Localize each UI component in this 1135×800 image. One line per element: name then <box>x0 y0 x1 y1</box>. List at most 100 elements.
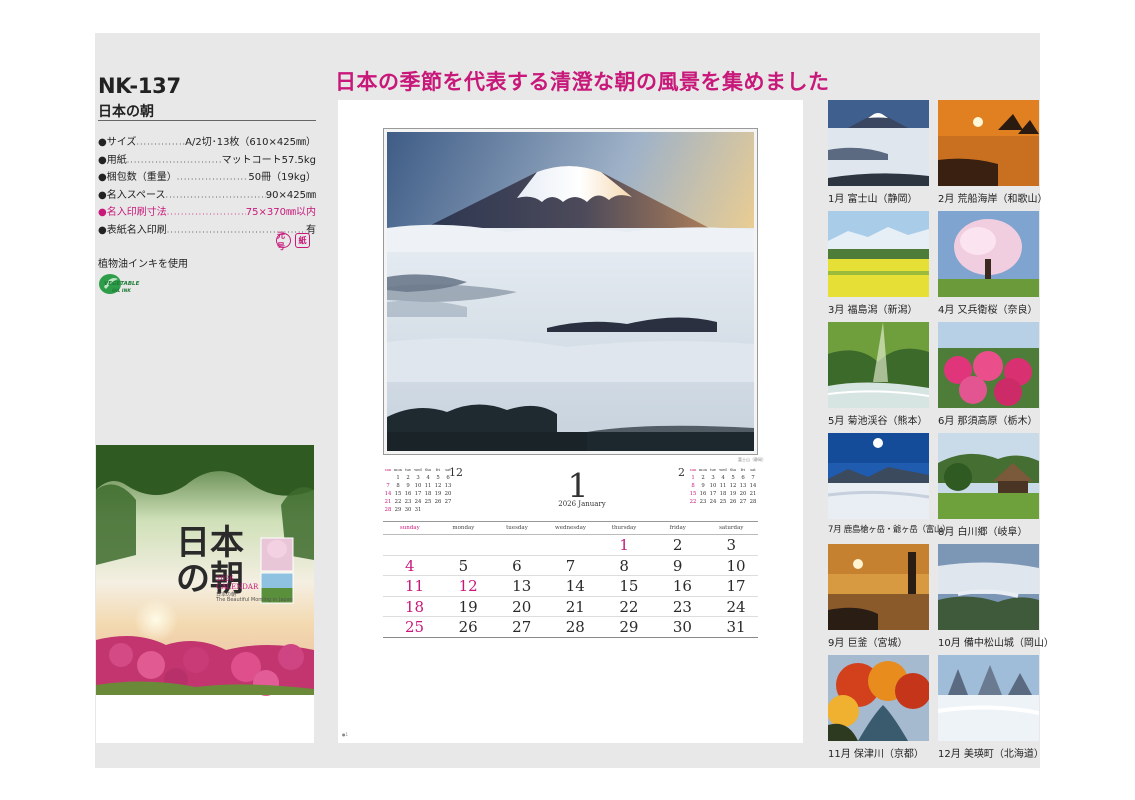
month-thumbnail: 9月 巨釜（宮城） <box>828 544 929 649</box>
mini-weekday: sun <box>384 468 392 472</box>
mt-fuji-photo <box>387 132 754 451</box>
mini-day: 16 <box>404 491 412 497</box>
mini-day: 19 <box>434 491 442 497</box>
mini-day: 30 <box>404 507 412 513</box>
month-thumbnail: 1月 富士山（静岡） <box>828 100 929 205</box>
calendar-footnote: ●1 <box>342 732 349 737</box>
day-cell: 29 <box>619 618 639 636</box>
product-code: NK-137 <box>98 74 181 98</box>
day-cell <box>383 535 437 555</box>
mini-day: 26 <box>434 499 442 505</box>
mini-day: 15 <box>689 491 697 497</box>
mini-day: 15 <box>394 491 402 497</box>
day-cell: 1 <box>619 536 629 554</box>
mini-day: 4 <box>426 475 430 481</box>
svg-text:VEGETABLE: VEGETABLE <box>104 281 140 287</box>
weekday-label: monday <box>452 525 475 531</box>
spec-leader: ········································… <box>126 157 222 167</box>
mini-day: 17 <box>414 491 422 497</box>
mini-day: 11 <box>719 483 727 489</box>
spec-value: マットコート57.5kg <box>221 154 316 166</box>
title-divider <box>98 120 316 121</box>
mini-day: 10 <box>414 483 422 489</box>
mini-day: 6 <box>741 475 745 481</box>
spec-label: ●用紙 <box>98 154 127 166</box>
photo-credit: 富士山（静岡） <box>738 457 766 462</box>
day-cell <box>437 535 491 555</box>
prev-month-number: 12 <box>449 466 463 479</box>
week-rows: 1 2 3 4 5 6 7 8 9 10 11 12 13 14 15 16 17 18 19 20 21 22 23 24 2… <box>383 535 758 638</box>
day-cell: 24 <box>726 597 746 616</box>
weekday-label: sunday <box>399 525 420 531</box>
mini-day: 12 <box>729 483 737 489</box>
mini-day: 2 <box>701 475 705 481</box>
thumbnail-photo <box>828 433 929 519</box>
day-cell: 26 <box>458 618 478 636</box>
mini-weekday: wed <box>414 468 422 472</box>
mini-day: 14 <box>749 483 757 489</box>
spec-value: 90×425㎜ <box>265 189 316 201</box>
day-cell: 22 <box>619 597 639 616</box>
mini-weekday: fri <box>435 468 441 472</box>
mini-day: 7 <box>751 475 755 481</box>
mini-day: 11 <box>424 483 432 489</box>
mini-day: 13 <box>444 483 452 489</box>
mini-day: 12 <box>434 483 442 489</box>
month-subtitle: 2026 January <box>558 500 606 508</box>
mini-day: 27 <box>444 499 452 505</box>
day-cell: 10 <box>726 556 746 575</box>
prev-month-mini-calendar: sun mon tue wed thu fri sat 1 2 3 4 5 6 7 8 9 10 11 12 13 14… <box>383 466 463 514</box>
weekday-label: tuesday <box>506 525 528 531</box>
mini-weekday: thu <box>729 468 737 472</box>
day-cell: 11 <box>405 577 425 595</box>
mini-day: 18 <box>424 491 432 497</box>
mini-weekday: mon <box>699 468 707 472</box>
mini-day: 8 <box>691 483 695 489</box>
spec-leader: ········································… <box>136 140 185 149</box>
headline: 日本の季節を代表する清澄な朝の風景を集めました <box>335 70 830 94</box>
thumbnail-photo <box>938 100 1039 186</box>
spec-row: ●サイズ····································… <box>98 135 316 153</box>
mini-day: 8 <box>396 483 400 489</box>
next-month-mini-calendar: 2 sun mon tue wed thu fri sat 1 2 3 4 5 6 7 8 9 10 11 12 13… <box>678 466 758 506</box>
thumbnail-caption: 6月 那須高原（栃木） <box>938 416 1038 427</box>
mini-day: 14 <box>384 491 392 497</box>
day-cell <box>490 535 544 555</box>
mini-day: 19 <box>729 491 737 497</box>
thumbnail-photo <box>828 100 929 186</box>
mini-day: 21 <box>384 499 392 505</box>
mini-day: 27 <box>739 499 747 505</box>
spec-label: ●名入スペース <box>98 189 166 201</box>
mini-day: 23 <box>699 499 707 505</box>
day-cell: 17 <box>726 577 746 595</box>
week-row: 11 12 13 14 15 16 17 <box>383 576 758 597</box>
thumbnail-caption: 8月 白川郷（岐阜） <box>938 527 1028 538</box>
spec-value: 75×370㎜以内 <box>245 207 316 219</box>
month-thumbnail: 8月 白川郷（岐阜） <box>938 433 1039 538</box>
thumbnail-photo <box>938 433 1039 519</box>
mini-day: 1 <box>396 475 400 481</box>
mini-weekday: fri <box>740 468 746 472</box>
mini-weekday: wed <box>719 468 727 472</box>
mini-day: 20 <box>739 491 747 497</box>
mini-day: 1 <box>691 475 695 481</box>
weekday-label: saturday <box>719 525 744 531</box>
paper-badge-icon: 紙 <box>295 233 310 248</box>
mini-day: 22 <box>394 499 402 505</box>
day-cell: 7 <box>565 556 576 575</box>
mini-day: 7 <box>386 483 390 489</box>
spec-row: ●名入印刷寸法·································… <box>98 205 316 223</box>
month-grid: sunday monday tuesday wednesday thursday frid… <box>383 521 758 638</box>
mini-day: 5 <box>731 475 735 481</box>
day-cell <box>544 535 598 555</box>
month-thumbnail: 10月 備中松山城（岡山） <box>938 544 1054 649</box>
thumbnail-caption: 12月 美瑛町（北海道） <box>938 749 1044 760</box>
day-cell: 16 <box>672 577 692 595</box>
gengo-badge-icon: 元号 <box>276 231 291 251</box>
mini-day: 3 <box>711 475 715 481</box>
day-cell: 15 <box>619 577 639 595</box>
day-cell: 23 <box>672 597 692 616</box>
month-thumbnail: 6月 那須高原（栃木） <box>938 322 1039 427</box>
day-cell: 4 <box>405 556 415 575</box>
spec-leader: ········································… <box>165 192 266 202</box>
